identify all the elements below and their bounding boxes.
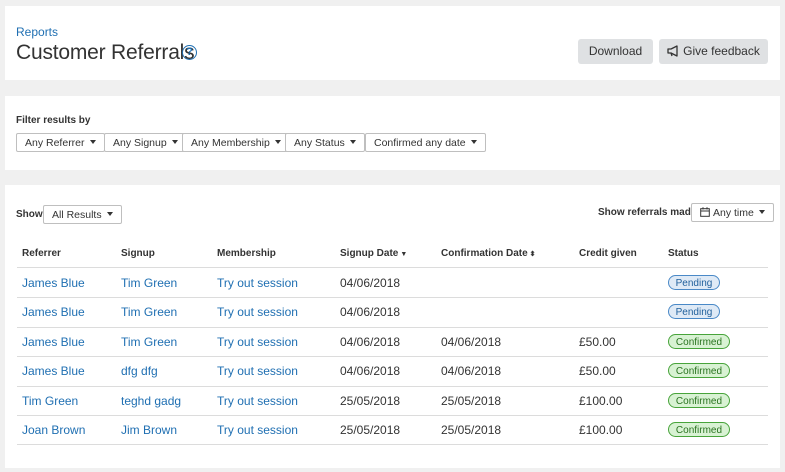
membership-link[interactable]: Try out session <box>217 364 298 378</box>
signup-date-cell: 25/05/2018 <box>340 423 401 437</box>
status-badge: Pending <box>668 275 720 290</box>
give-feedback-button[interactable]: Give feedback <box>659 39 768 64</box>
credit-cell: £50.00 <box>579 364 616 379</box>
megaphone-icon <box>667 45 678 57</box>
results-panel: Show All Results Show referrals made Any… <box>5 185 780 468</box>
signup-filter-value: Any Signup <box>113 137 167 149</box>
give-feedback-label: Give feedback <box>683 44 760 58</box>
download-button-label: Download <box>588 44 643 58</box>
row-divider <box>17 415 768 416</box>
referrer-link[interactable]: James Blue <box>22 305 85 319</box>
membership-link[interactable]: Try out session <box>217 305 298 319</box>
row-divider <box>17 444 768 445</box>
chevron-down-icon <box>171 140 178 144</box>
membership-link[interactable]: Try out session <box>217 394 298 408</box>
status-badge: Confirmed <box>668 363 730 379</box>
column-header-status[interactable]: Status <box>668 248 699 259</box>
confirmation-date-cell: 04/06/2018 <box>441 364 502 379</box>
chevron-down-icon <box>349 140 356 144</box>
sort-down-icon: ▼ <box>400 251 408 258</box>
membership-filter-dropdown[interactable]: Any Membership <box>182 133 290 152</box>
referrals-made-label: Show referrals made <box>598 207 697 218</box>
signup-link[interactable]: Tim Green <box>121 305 177 319</box>
row-divider <box>17 356 768 357</box>
credit-cell: £50.00 <box>579 334 616 349</box>
signup-link[interactable]: teghd gadg <box>121 394 181 408</box>
time-range-value: Any time <box>713 207 754 219</box>
membership-link[interactable]: Try out session <box>217 276 298 290</box>
chevron-down-icon <box>89 140 96 144</box>
column-header-membership[interactable]: Membership <box>217 248 276 259</box>
signup-date-cell: 04/06/2018 <box>340 305 401 320</box>
referrer-link[interactable]: James Blue <box>22 335 85 349</box>
status-badge: Confirmed <box>668 333 730 349</box>
page-title: Customer Referrals <box>16 41 195 64</box>
referrer-filter-value: Any Referrer <box>25 137 85 149</box>
page-header: Reports Customer Referrals ? Download Gi… <box>5 6 780 80</box>
signup-date-cell: 04/06/2018 <box>340 334 401 349</box>
chevron-down-icon <box>274 140 281 144</box>
signup-link[interactable]: dfg dfg <box>121 364 158 378</box>
signup-filter-dropdown[interactable]: Any Signup <box>104 133 187 152</box>
signup-link[interactable]: Jim Brown <box>121 423 177 437</box>
download-button[interactable]: Download <box>578 39 653 64</box>
signup-link[interactable]: Tim Green <box>121 335 177 349</box>
credit-cell: £100.00 <box>579 423 623 437</box>
chevron-down-icon <box>758 210 765 214</box>
row-divider <box>17 297 768 298</box>
membership-filter-value: Any Membership <box>191 137 270 149</box>
status-badge: Confirmed <box>668 392 730 408</box>
referrer-link[interactable]: Joan Brown <box>22 423 85 437</box>
membership-link[interactable]: Try out session <box>217 335 298 349</box>
filters-panel: Filter results by Any Referrer Any Signu… <box>5 96 780 170</box>
confirmation-date-header-label: Confirmation Date <box>441 248 528 259</box>
column-header-signup[interactable]: Signup <box>121 248 155 259</box>
signup-date-cell: 04/06/2018 <box>340 364 401 379</box>
signup-date-header-label: Signup Date <box>340 248 399 259</box>
header-divider <box>17 267 768 268</box>
filter-results-label: Filter results by <box>16 115 91 126</box>
confirmed-date-filter-dropdown[interactable]: Confirmed any date <box>365 133 486 152</box>
calendar-icon <box>700 207 710 217</box>
breadcrumb-reports[interactable]: Reports <box>16 25 58 39</box>
status-badge: Confirmed <box>668 422 730 437</box>
column-header-signup-date[interactable]: Signup Date ▼ <box>340 248 407 259</box>
show-results-value: All Results <box>52 209 102 221</box>
chevron-down-icon <box>470 140 477 144</box>
time-range-dropdown[interactable]: Any time <box>691 203 774 222</box>
referrer-link[interactable]: Tim Green <box>22 394 78 408</box>
confirmation-date-cell: 25/05/2018 <box>441 393 502 408</box>
signup-link[interactable]: Tim Green <box>121 276 177 290</box>
show-results-dropdown[interactable]: All Results <box>43 205 122 224</box>
confirmed-date-filter-value: Confirmed any date <box>374 137 466 149</box>
column-header-referrer[interactable]: Referrer <box>22 248 61 259</box>
signup-date-cell: 04/06/2018 <box>340 276 401 290</box>
sort-both-icon: ⬍ <box>529 251 536 258</box>
row-divider <box>17 386 768 387</box>
column-header-credit[interactable]: Credit given <box>579 248 637 259</box>
credit-cell: £100.00 <box>579 393 623 408</box>
signup-date-cell: 25/05/2018 <box>340 393 401 408</box>
column-header-confirmation-date[interactable]: Confirmation Date ⬍ <box>441 248 536 259</box>
show-label: Show <box>16 209 43 220</box>
confirmation-date-cell: 04/06/2018 <box>441 334 502 349</box>
referrer-link[interactable]: James Blue <box>22 364 85 378</box>
membership-link[interactable]: Try out session <box>217 423 298 437</box>
row-divider <box>17 327 768 328</box>
help-icon[interactable]: ? <box>182 45 197 60</box>
status-filter-dropdown[interactable]: Any Status <box>285 133 365 152</box>
status-filter-value: Any Status <box>294 137 345 149</box>
referrer-filter-dropdown[interactable]: Any Referrer <box>16 133 105 152</box>
status-badge: Pending <box>668 304 720 320</box>
referrer-link[interactable]: James Blue <box>22 276 85 290</box>
confirmation-date-cell: 25/05/2018 <box>441 423 502 437</box>
chevron-down-icon <box>106 212 113 216</box>
